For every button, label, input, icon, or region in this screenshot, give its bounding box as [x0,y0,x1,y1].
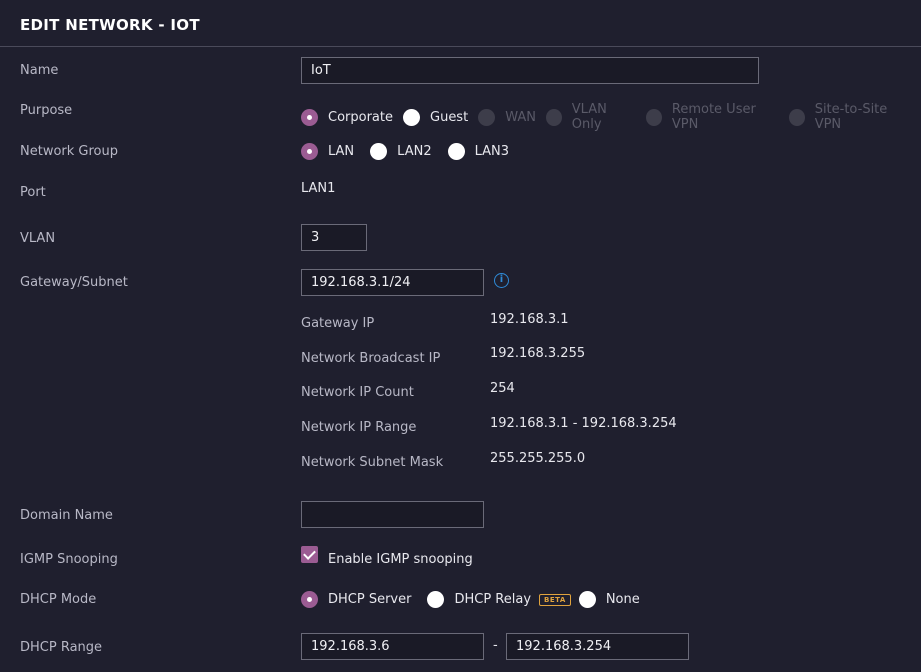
domain-name-input[interactable] [301,501,484,528]
network-group-lan3-radio[interactable]: LAN3 [447,143,509,160]
radio-selected-icon [301,108,318,126]
dhcp-mode-radio-group: DHCP Server DHCP Relay BETA None [301,591,650,608]
dhcp-server-radio[interactable]: DHCP Server [301,591,411,608]
dhcp-none-radio[interactable]: None [578,591,640,608]
domain-name-label: Domain Name [20,508,113,523]
info-icon[interactable]: i [494,273,509,288]
port-value: LAN1 [301,181,336,196]
broadcast-ip-value: 192.168.3.255 [490,346,586,361]
gateway-ip-value: 192.168.3.1 [490,312,569,327]
subnet-mask-value: 255.255.255.0 [490,451,586,466]
purpose-label: Purpose [20,103,73,118]
page-title: EDIT NETWORK - IOT [20,16,200,34]
gateway-subnet-label: Gateway/Subnet [20,275,128,290]
dhcp-range-end-input[interactable]: 192.168.3.254 [506,633,689,660]
dhcp-range-separator: - [493,638,498,653]
gateway-ip-label: Gateway IP [301,316,375,331]
radio-icon [447,143,465,160]
dhcp-range-label: DHCP Range [20,640,103,655]
radio-icon [545,108,562,126]
gateway-subnet-input[interactable]: 192.168.3.1/24 [301,269,484,296]
network-group-lan-radio[interactable]: LAN [301,143,354,160]
radio-selected-icon [301,591,318,608]
beta-badge: BETA [539,593,571,606]
radio-icon [478,108,496,126]
igmp-snooping-label: IGMP Snooping [20,552,118,567]
ip-count-label: Network IP Count [301,385,414,400]
ip-range-label: Network IP Range [301,420,417,435]
purpose-radio-group: Corporate Guest WAN VLAN Only Remote Use… [301,102,921,132]
name-input[interactable]: IoT [301,57,759,84]
radio-icon [578,591,596,608]
vlan-label: VLAN [20,231,56,246]
dhcp-range-start-input[interactable]: 192.168.3.6 [301,633,484,660]
radio-icon [427,591,445,608]
radio-icon [788,108,805,126]
purpose-corporate-radio[interactable]: Corporate [301,108,393,126]
radio-icon [403,108,420,126]
purpose-vlan-only-radio: VLAN Only [545,102,636,132]
name-label: Name [20,63,59,78]
network-group-label: Network Group [20,144,118,159]
purpose-remote-user-vpn-radio: Remote User VPN [646,102,779,132]
dhcp-mode-label: DHCP Mode [20,592,97,607]
purpose-guest-radio[interactable]: Guest [403,108,468,126]
broadcast-ip-label: Network Broadcast IP [301,351,441,366]
header-divider [0,46,921,47]
igmp-snooping-checkbox-label: Enable IGMP snooping [328,552,473,567]
ip-range-value: 192.168.3.1 - 192.168.3.254 [490,416,677,431]
vlan-input[interactable]: 3 [301,224,367,251]
purpose-site-to-site-vpn-radio: Site-to-Site VPN [788,102,911,132]
radio-selected-icon [301,143,318,160]
subnet-mask-label: Network Subnet Mask [301,455,444,470]
purpose-wan-radio: WAN [478,108,536,126]
network-group-lan2-radio[interactable]: LAN2 [370,143,432,160]
dhcp-relay-radio[interactable]: DHCP Relay [427,591,531,608]
ip-count-value: 254 [490,381,515,396]
network-group-radio-group: LAN LAN2 LAN3 [301,143,519,160]
radio-icon [646,108,662,126]
radio-icon [370,143,388,160]
port-label: Port [20,185,46,200]
igmp-snooping-checkbox[interactable] [301,546,318,563]
